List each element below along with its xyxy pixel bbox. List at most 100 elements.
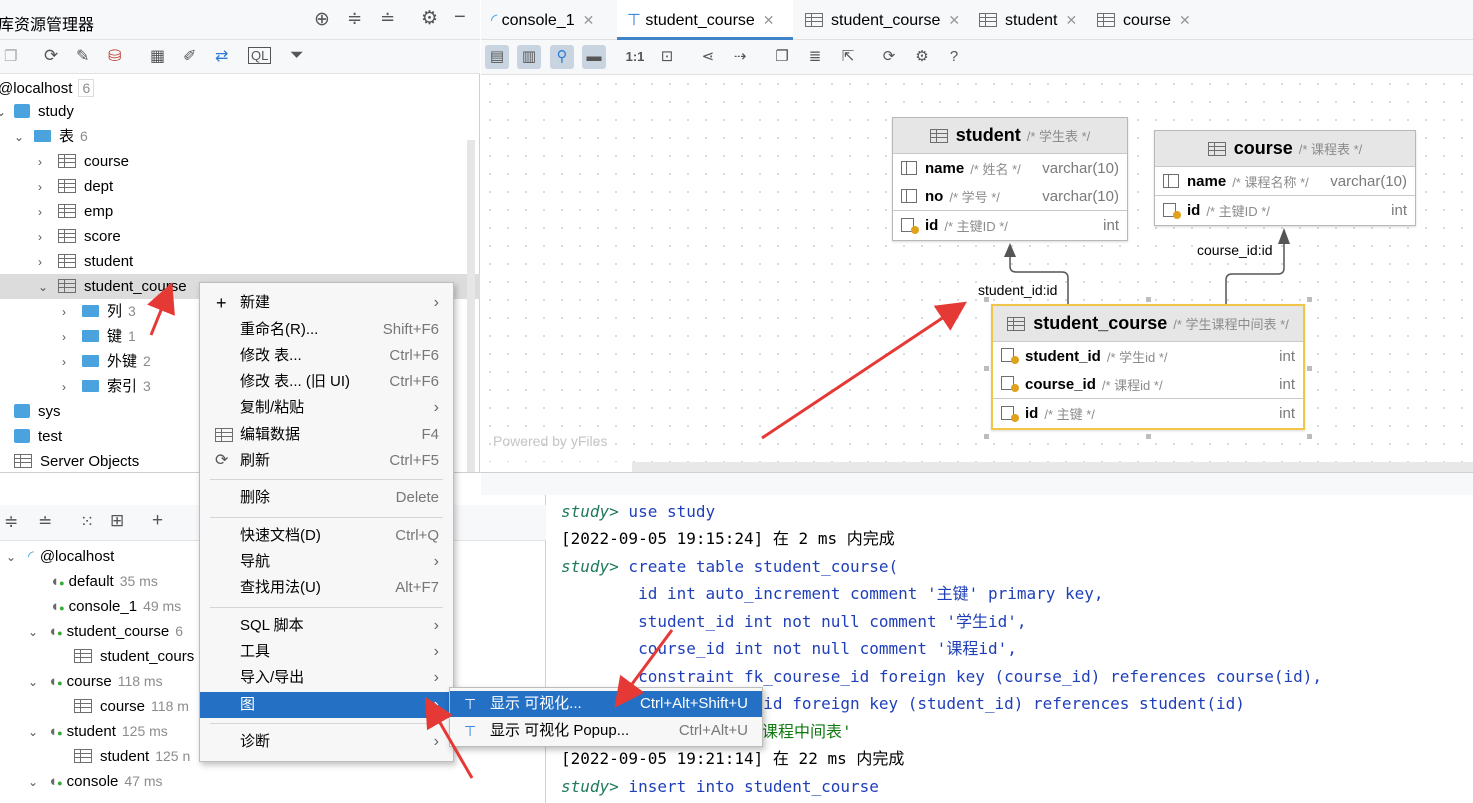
column-type: int (1279, 347, 1295, 365)
selection-handle[interactable] (984, 366, 989, 371)
menu-item-refresh[interactable]: ⟳ 刷新 Ctrl+F5 (200, 448, 453, 474)
menu-item-find-usages[interactable]: 查找用法(U) Alt+F7 (200, 575, 453, 601)
console-code: create table student_course( (618, 557, 899, 576)
diagram-icon: ⊤ (464, 723, 477, 739)
selection-handle[interactable] (1307, 297, 1312, 302)
menu-item-edit-data[interactable]: 编辑数据 F4 (200, 422, 453, 448)
menu-item-diagrams[interactable]: 图 › (200, 692, 453, 718)
menu-shortcut: Ctrl+Alt+Shift+U (640, 695, 748, 712)
console-line: student_id int not null comment '学生id', (561, 612, 1027, 631)
menu-shortcut: Alt+F7 (395, 579, 439, 596)
menu-item-diagnostics[interactable]: 诊断 › (200, 729, 453, 755)
menu-label: 查找用法(U) (240, 579, 321, 596)
console-line: [2022-09-05 19:15:24] 在 2 ms 内完成 (561, 529, 895, 548)
entity-student[interactable]: student /* 学生表 */ name /* 姓名 */ varchar(10)… (892, 117, 1128, 241)
column-comment: /* 姓名 */ (970, 161, 1021, 177)
menu-label: 编辑数据 (240, 426, 301, 443)
entity-title: course (1233, 138, 1293, 158)
context-menu: + 新建 › 重命名(R)... Shift+F6 修改 表... Ctrl+F6 修改… (199, 282, 454, 762)
foreign-key-icon (1001, 376, 1019, 392)
selection-handle[interactable] (984, 434, 989, 439)
menu-shortcut: Ctrl+F5 (389, 452, 439, 469)
menu-item-copy-paste[interactable]: 复制/粘贴 › (200, 395, 453, 421)
menu-shortcut: Ctrl+Q (395, 527, 439, 544)
menu-label: 快速文档(D) (240, 527, 321, 544)
plus-icon: + (216, 293, 227, 313)
menu-separator (210, 479, 443, 480)
menu-item-modify-table-old[interactable]: 修改 表... (旧 UI) Ctrl+F6 (200, 369, 453, 395)
menu-item-tools[interactable]: 工具 › (200, 639, 453, 665)
column-name: id (1187, 202, 1201, 219)
column-comment: /* 主键ID */ (1206, 204, 1270, 219)
primary-key-icon (901, 217, 919, 234)
column-comment: /* 主键ID */ (944, 219, 1008, 234)
entity-header[interactable]: student_course /* 学生课程中间表 */ (993, 306, 1303, 342)
entity-column[interactable]: no /* 学号 */ varchar(10) (893, 182, 1127, 210)
diagram-scrollbar[interactable] (632, 462, 1473, 472)
entity-header[interactable]: student /* 学生表 */ (893, 118, 1127, 154)
menu-item-rename[interactable]: 重命名(R)... Shift+F6 (200, 317, 453, 343)
column-comment: /* 课程名称 */ (1232, 174, 1309, 190)
menu-shortcut: Ctrl+F6 (389, 373, 439, 390)
entity-column[interactable]: id /* 主键ID */ int (1155, 195, 1415, 225)
entity-title: student (955, 125, 1021, 145)
column-name: name (1187, 172, 1227, 190)
entity-comment: /* 课程表 */ (1298, 142, 1363, 157)
entity-course[interactable]: course /* 课程表 */ name /* 课程名称 */ varchar(10… (1154, 130, 1416, 226)
selection-handle[interactable] (1146, 434, 1151, 439)
selection-handle[interactable] (1307, 434, 1312, 439)
entity-column[interactable]: name /* 姓名 */ varchar(10) (893, 154, 1127, 182)
console-code: insert into student_course (618, 777, 879, 796)
menu-item-delete[interactable]: 删除 Delete (200, 485, 453, 511)
entity-column[interactable]: course_id /* 课程id */ int (993, 370, 1303, 398)
entity-student-course[interactable]: student_course /* 学生课程中间表 */ student_id /*… (991, 304, 1305, 430)
column-icon (901, 161, 917, 175)
console-line: id int auto_increment comment '主键' prima… (561, 584, 1104, 603)
column-type: varchar(10) (1042, 187, 1119, 205)
selection-handle[interactable] (1146, 297, 1151, 302)
column-type: varchar(10) (1042, 159, 1119, 177)
column-comment: /* 学号 */ (949, 189, 1000, 205)
column-name: student_id (1025, 347, 1101, 365)
column-comment: /* 学生id */ (1106, 349, 1168, 365)
column-type: int (1391, 202, 1407, 219)
console-prompt: study> (561, 557, 619, 576)
menu-item-show-visualization-popup[interactable]: ⊤ 显示 可视化 Popup... Ctrl+Alt+U (450, 718, 762, 744)
console-line: constraint fk_courese_id foreign key (co… (561, 667, 1322, 686)
menu-item-new[interactable]: + 新建 › (200, 290, 453, 316)
column-icon (1163, 174, 1179, 188)
entity-comment: /* 学生课程中间表 */ (1173, 317, 1289, 332)
chevron-right-icon: › (433, 617, 439, 634)
entity-header[interactable]: course /* 课程表 */ (1155, 131, 1415, 167)
menu-shortcut: Ctrl+F6 (389, 347, 439, 364)
console-line: study> create table student_course( (561, 553, 898, 580)
entity-column[interactable]: id /* 主键 */ int (993, 398, 1303, 428)
menu-item-sql-scripts[interactable]: SQL 脚本 › (200, 613, 453, 639)
menu-label: 导入/导出 (240, 669, 305, 686)
chevron-right-icon: › (433, 669, 439, 686)
entity-column[interactable]: name /* 课程名称 */ varchar(10) (1155, 167, 1415, 195)
menu-item-modify-table[interactable]: 修改 表... Ctrl+F6 (200, 343, 453, 369)
menu-item-import-export[interactable]: 导入/导出 › (200, 665, 453, 691)
entity-column[interactable]: id /* 主键ID */ int (893, 210, 1127, 240)
column-comment: /* 主键 */ (1044, 407, 1095, 422)
edge-label-course: course_id:id (1197, 242, 1273, 258)
menu-label: 工具 (240, 643, 271, 660)
entity-column[interactable]: student_id /* 学生id */ int (993, 342, 1303, 370)
column-name: id (1025, 405, 1039, 422)
entity-comment: /* 学生表 */ (1026, 129, 1091, 144)
menu-label: 重命名(R)... (240, 321, 319, 338)
entity-title: student_course (1033, 313, 1168, 333)
menu-item-quick-doc[interactable]: 快速文档(D) Ctrl+Q (200, 523, 453, 549)
chevron-right-icon: › (433, 294, 439, 311)
menu-item-show-visualization[interactable]: ⊤ 显示 可视化... Ctrl+Alt+Shift+U (450, 691, 762, 717)
edge-label-student: student_id:id (978, 282, 1058, 298)
menu-label: 导航 (240, 553, 271, 570)
menu-item-navigate[interactable]: 导航 › (200, 549, 453, 575)
menu-separator (210, 517, 443, 518)
selection-handle[interactable] (984, 297, 989, 302)
table-icon (929, 128, 948, 143)
column-type: varchar(10) (1330, 172, 1407, 190)
table-icon (1207, 141, 1226, 156)
selection-handle[interactable] (1307, 366, 1312, 371)
